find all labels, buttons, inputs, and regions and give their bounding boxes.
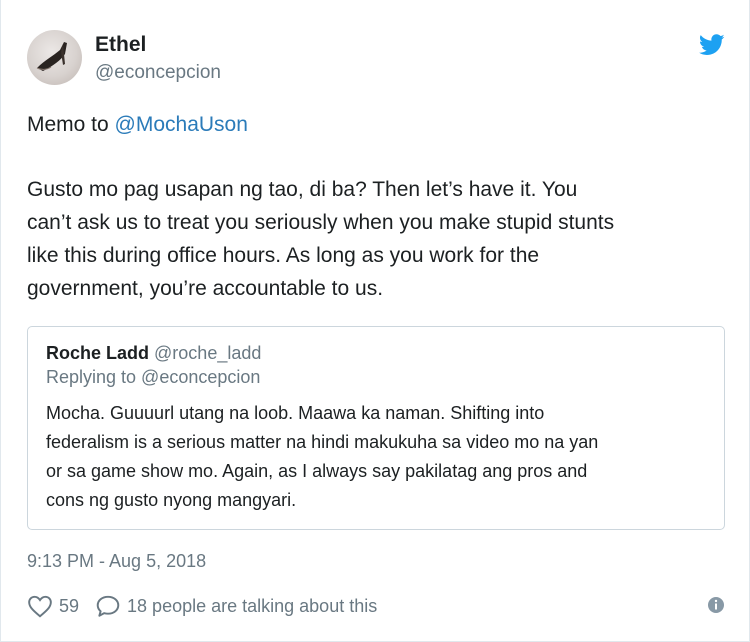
- tweet-body-line-1: Gusto mo pag usapan ng tao, di ba? Then …: [27, 178, 578, 201]
- quoted-body-line-1: Mocha. Guuuurl utang na loob. Maawa ka n…: [46, 403, 545, 423]
- quoted-body-line-4: cons ng gusto nyong mangyari.: [46, 490, 297, 510]
- tweet-text: Memo to @MochaUson Gusto mo pag usapan n…: [27, 108, 727, 305]
- quoted-author-name[interactable]: Roche Ladd: [46, 343, 149, 363]
- author-block: Ethel @econcepcion: [95, 32, 221, 86]
- replying-to-label: Replying to @econcepcion: [46, 367, 261, 387]
- tweet-body-line-3: like this during office hours. As long a…: [27, 244, 540, 267]
- heart-icon: [28, 595, 52, 618]
- tweet-line-memo: Memo to @MochaUson: [27, 108, 727, 141]
- quoted-body: Mocha. Guuuurl utang na loob. Maawa ka n…: [46, 399, 706, 515]
- memo-prefix: Memo to: [27, 113, 115, 136]
- quoted-body-line-3: or sa game show mo. Again, as I always s…: [46, 461, 588, 481]
- conversation-action[interactable]: 18 people are talking about this: [95, 594, 377, 618]
- quoted-body-line-2: federalism is a serious matter na hindi …: [46, 432, 599, 452]
- tweet-body-line-4: government, you’re accountable to us.: [27, 277, 384, 300]
- tweet-header: Ethel @econcepcion: [27, 30, 727, 90]
- tweet-actions: 59 18 people are talking about this: [27, 592, 727, 620]
- like-count: 59: [59, 595, 80, 616]
- talking-label: 18 people are talking about this: [127, 595, 378, 616]
- tweet-card: Ethel @econcepcion Memo to @MochaUson Gu…: [0, 0, 750, 642]
- shoe-photo-icon: [36, 42, 67, 71]
- speech-bubble-icon: [96, 595, 120, 617]
- tweet-timestamp[interactable]: 9:13 PM - Aug 5, 2018: [27, 551, 206, 572]
- author-name[interactable]: Ethel: [95, 32, 221, 58]
- info-icon[interactable]: [707, 596, 725, 619]
- quoted-tweet[interactable]: Roche Ladd @roche_ladd Replying to @econ…: [27, 326, 725, 530]
- author-handle[interactable]: @econcepcion: [95, 60, 221, 86]
- avatar[interactable]: [27, 30, 82, 85]
- quoted-author-handle[interactable]: @roche_ladd: [154, 343, 261, 363]
- tweet-body-line-2: can’t ask us to treat you seriously when…: [27, 211, 615, 234]
- quoted-header: Roche Ladd @roche_ladd: [46, 341, 708, 365]
- twitter-bird-icon[interactable]: [698, 34, 725, 61]
- mention-link[interactable]: @MochaUson: [115, 113, 248, 136]
- like-action[interactable]: 59: [27, 594, 79, 618]
